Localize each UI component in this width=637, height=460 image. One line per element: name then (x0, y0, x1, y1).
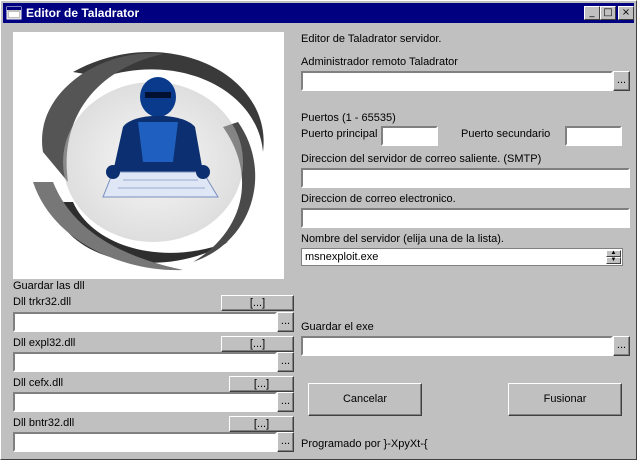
dll-expl32-path-input[interactable] (15, 354, 275, 370)
save-exe-field[interactable] (301, 336, 613, 356)
dll-expl32-label: Dll expl32.dll (13, 337, 76, 349)
editor-header: Editor de Taladrator servidor. (301, 33, 442, 45)
port-secondary-input[interactable] (567, 128, 620, 144)
dll-bntr32-save-button[interactable]: [...] (229, 416, 294, 432)
cancel-button[interactable]: Cancelar (308, 383, 422, 416)
email-label: Direccion de correo electronico. (301, 193, 456, 205)
dll-cefx-path-field[interactable] (13, 392, 277, 412)
server-name-value: msnexploit.exe (305, 251, 379, 263)
ports-label: Puertos (1 - 65535) (301, 112, 396, 124)
server-name-combo[interactable]: msnexploit.exe ▲ ▼ (301, 248, 623, 266)
smtp-input[interactable] (303, 170, 628, 186)
port-main-field[interactable] (381, 126, 438, 146)
spin-down-icon[interactable]: ▼ (606, 257, 621, 264)
hacker-swirl-icon (33, 51, 264, 271)
smtp-label: Direccion del servidor de correo salient… (301, 153, 542, 165)
port-secondary-label: Puerto secundario (461, 128, 551, 140)
main-window: Editor de Taladrator _ □ × Guardar las d… (0, 0, 637, 460)
dll-trkr32-label: Dll trkr32.dll (13, 296, 72, 308)
maximize-button[interactable]: □ (600, 6, 616, 20)
dll-cefx-label: Dll cefx.dll (13, 377, 64, 389)
close-button[interactable]: × (618, 6, 634, 20)
dll-expl32-save-button[interactable]: [...] (221, 336, 294, 352)
footer-credit: Programado por }-XpyXt-{ (301, 438, 428, 450)
server-name-label: Nombre del servidor (elija una de la lis… (301, 233, 504, 245)
dll-trkr32-path-input[interactable] (15, 314, 275, 330)
app-icon (6, 6, 22, 20)
dll-expl32-path-field[interactable] (13, 352, 277, 372)
admin-label: Administrador remoto Taladrator (301, 56, 458, 68)
dll-cefx-path-input[interactable] (15, 394, 275, 410)
port-secondary-field[interactable] (565, 126, 622, 146)
dll-trkr32-browse-button[interactable]: ... (277, 312, 294, 332)
admin-browse-button[interactable]: ... (613, 71, 630, 91)
email-input[interactable] (303, 210, 628, 226)
hacker-logo-image (13, 32, 284, 279)
merge-button[interactable]: Fusionar (508, 383, 622, 416)
port-main-label: Puerto principal (301, 128, 378, 140)
title-bar[interactable]: Editor de Taladrator _ □ × (3, 3, 634, 23)
dll-expl32-browse-button[interactable]: ... (277, 352, 294, 372)
save-exe-label: Guardar el exe (301, 321, 374, 333)
server-name-spin[interactable]: ▲ ▼ (606, 250, 621, 264)
dll-bntr32-browse-button[interactable]: ... (277, 432, 294, 452)
dll-trkr32-path-field[interactable] (13, 312, 277, 332)
dll-bntr32-label: Dll bntr32.dll (13, 417, 75, 429)
window-title: Editor de Taladrator (26, 6, 140, 20)
minimize-button[interactable]: _ (584, 6, 600, 20)
dll-cefx-save-button[interactable]: [...] (229, 376, 294, 392)
smtp-field[interactable] (301, 168, 630, 188)
spin-up-icon[interactable]: ▲ (606, 250, 621, 257)
save-dll-label: Guardar las dll (13, 280, 85, 292)
admin-path-input[interactable] (303, 73, 611, 89)
save-exe-browse-button[interactable]: ... (613, 336, 630, 356)
admin-path-field[interactable] (301, 71, 613, 91)
save-exe-input[interactable] (303, 338, 611, 354)
email-field[interactable] (301, 208, 630, 228)
dll-bntr32-path-field[interactable] (13, 432, 277, 452)
dll-cefx-browse-button[interactable]: ... (277, 392, 294, 412)
dll-trkr32-save-button[interactable]: [...] (221, 295, 294, 311)
dll-bntr32-path-input[interactable] (15, 434, 275, 450)
port-main-input[interactable] (383, 128, 436, 144)
